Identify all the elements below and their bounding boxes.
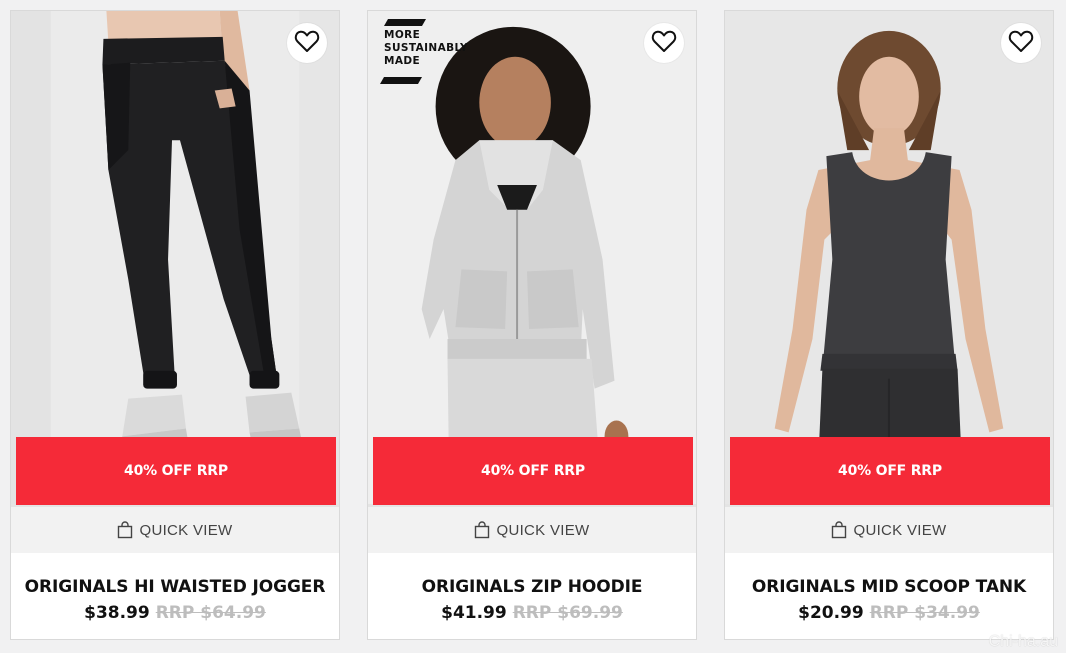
sale-price: $41.99 bbox=[441, 603, 507, 623]
rrp-price: RRP $34.99 bbox=[869, 603, 980, 623]
quick-view-button[interactable]: QUICK VIEW bbox=[368, 507, 696, 553]
wishlist-button[interactable] bbox=[287, 23, 327, 63]
product-image[interactable]: MORE SUSTAINABLY MADE 40% OFF RRP bbox=[368, 11, 696, 507]
quick-view-label: QUICK VIEW bbox=[139, 521, 233, 539]
product-grid: 40% OFF RRP QUICK VIEW ORIGINALS HI WAIS… bbox=[0, 0, 1066, 653]
product-name[interactable]: ORIGINALS HI WAISTED JOGGER bbox=[11, 577, 339, 597]
product-photo-jogger bbox=[11, 11, 339, 504]
price-row: $41.99 RRP $69.99 bbox=[368, 603, 696, 623]
promo-banner: 40% OFF RRP bbox=[730, 437, 1050, 505]
rrp-price: RRP $64.99 bbox=[155, 603, 266, 623]
price-row: $38.99 RRP $64.99 bbox=[11, 603, 339, 623]
product-name[interactable]: ORIGINALS ZIP HOODIE bbox=[368, 577, 696, 597]
quick-view-label: QUICK VIEW bbox=[496, 521, 590, 539]
shopping-bag-icon bbox=[474, 521, 490, 539]
wishlist-button[interactable] bbox=[1001, 23, 1041, 63]
promo-banner: 40% OFF RRP bbox=[16, 437, 336, 505]
promo-banner: 40% OFF RRP bbox=[373, 437, 693, 505]
product-image[interactable]: 40% OFF RRP bbox=[725, 11, 1053, 507]
heart-outline-icon bbox=[294, 29, 320, 57]
sale-price: $20.99 bbox=[798, 603, 864, 623]
heart-outline-icon bbox=[651, 29, 677, 57]
watermark: Chi-ha.au bbox=[988, 633, 1058, 650]
wishlist-button[interactable] bbox=[644, 23, 684, 63]
shopping-bag-icon bbox=[117, 521, 133, 539]
sale-price: $38.99 bbox=[84, 603, 150, 623]
quick-view-label: QUICK VIEW bbox=[853, 521, 947, 539]
heart-outline-icon bbox=[1008, 29, 1034, 57]
product-card[interactable]: MORE SUSTAINABLY MADE 40% OFF RRP QUICK … bbox=[367, 10, 697, 640]
quick-view-button[interactable]: QUICK VIEW bbox=[11, 507, 339, 553]
product-card[interactable]: 40% OFF RRP QUICK VIEW ORIGINALS HI WAIS… bbox=[10, 10, 340, 640]
price-row: $20.99 RRP $34.99 bbox=[725, 603, 1053, 623]
product-name[interactable]: ORIGINALS MID SCOOP TANK bbox=[725, 577, 1053, 597]
product-photo-tank bbox=[725, 11, 1053, 504]
sustainability-text: MORE SUSTAINABLY MADE bbox=[384, 29, 469, 67]
product-card[interactable]: 40% OFF RRP QUICK VIEW ORIGINALS MID SCO… bbox=[724, 10, 1054, 640]
sustainability-badge: MORE SUSTAINABLY MADE bbox=[380, 17, 470, 89]
product-image[interactable]: 40% OFF RRP bbox=[11, 11, 339, 507]
quick-view-button[interactable]: QUICK VIEW bbox=[725, 507, 1053, 553]
rrp-price: RRP $69.99 bbox=[512, 603, 623, 623]
shopping-bag-icon bbox=[831, 521, 847, 539]
